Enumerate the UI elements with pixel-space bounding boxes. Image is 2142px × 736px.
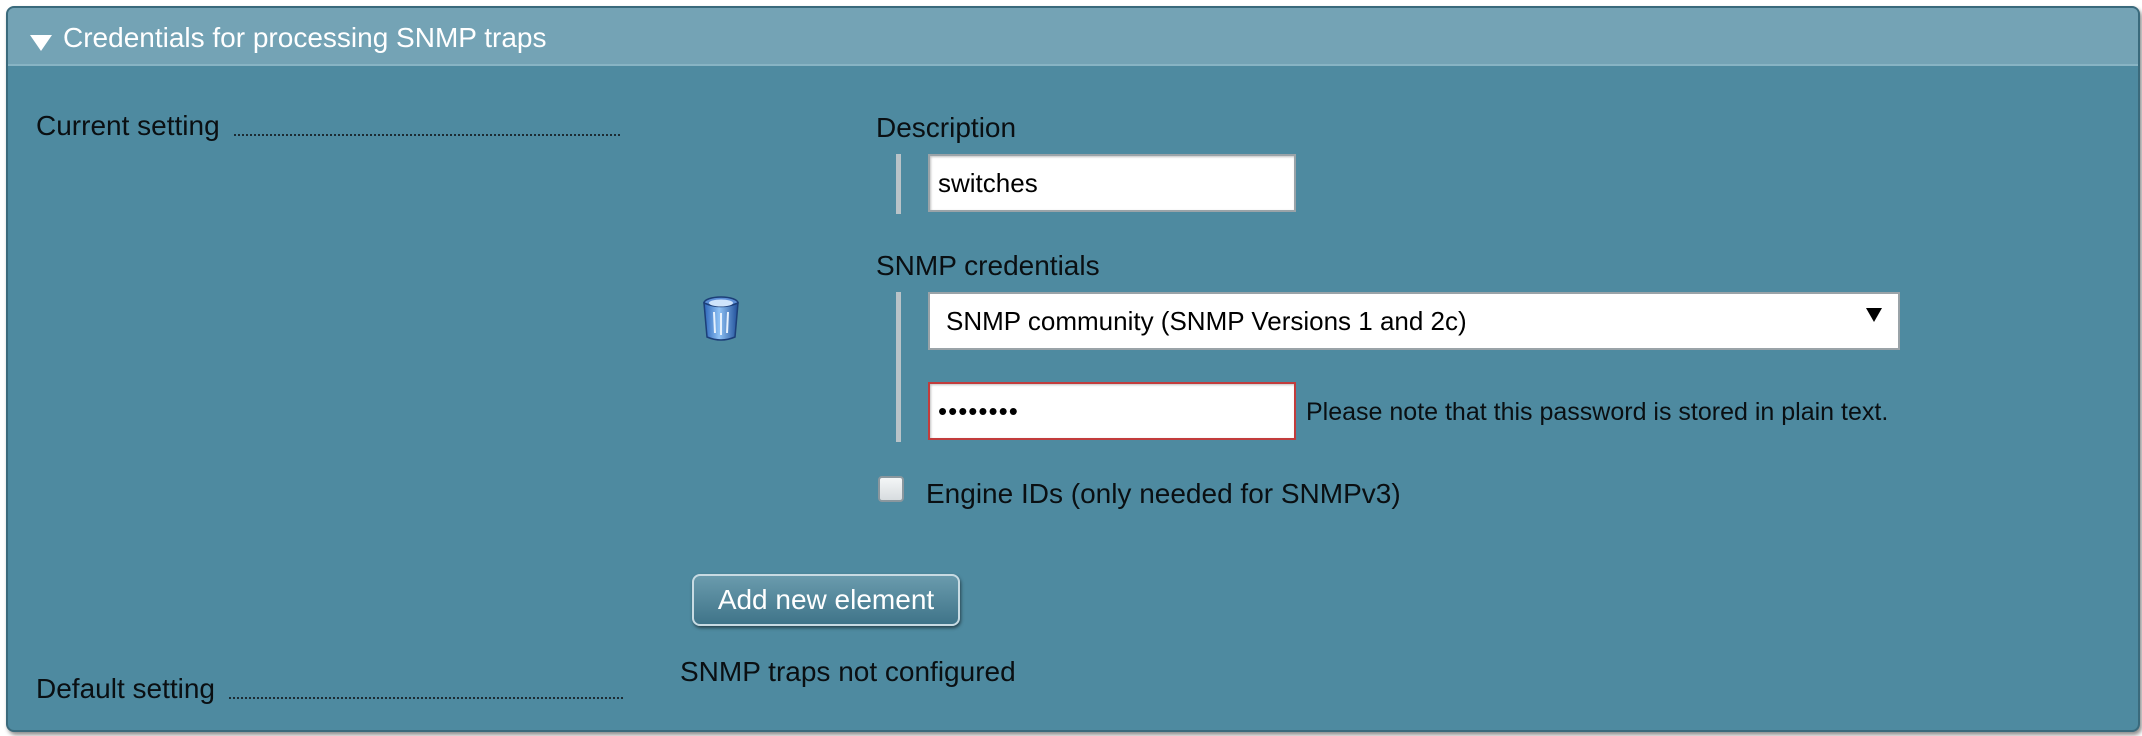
panel-title: Credentials for processing SNMP traps (63, 22, 547, 53)
snmp-credentials-type-value: SNMP community (SNMP Versions 1 and 2c) (946, 305, 1467, 336)
default-setting-value: SNMP traps not configured (680, 656, 1016, 687)
panel-header[interactable]: Credentials for processing SNMP traps (8, 8, 2138, 66)
default-setting-label: Default setting (36, 673, 215, 704)
description-indent-bar (896, 154, 901, 214)
description-input[interactable]: switches (928, 154, 1296, 212)
trash-icon[interactable] (701, 295, 741, 348)
description-label: Description (876, 112, 1017, 143)
snmp-credentials-label: SNMP credentials (876, 250, 1100, 281)
dropdown-arrow-icon (1866, 308, 1882, 322)
legend-dots (229, 697, 623, 699)
password-plain-text-note: Please note that this password is stored… (1306, 398, 1889, 426)
credentials-indent-bar (896, 292, 901, 442)
community-password-input[interactable]: •••••••• (928, 382, 1296, 440)
current-setting-label: Current setting (36, 110, 220, 141)
add-new-element-button[interactable]: Add new element (692, 574, 960, 626)
default-setting-legend: Default setting (36, 671, 636, 705)
engine-ids-checkbox[interactable] (878, 476, 904, 502)
snmp-traps-credentials-panel: Credentials for processing SNMP traps Cu… (6, 6, 2140, 732)
engine-ids-label[interactable]: Engine IDs (only needed for SNMPv3) (926, 478, 1401, 510)
current-setting-legend: Current setting (36, 108, 636, 142)
snmp-credentials-type-select[interactable]: SNMP community (SNMP Versions 1 and 2c) (928, 292, 1900, 350)
legend-dots (233, 134, 620, 136)
triangle-down-icon[interactable] (30, 35, 52, 51)
